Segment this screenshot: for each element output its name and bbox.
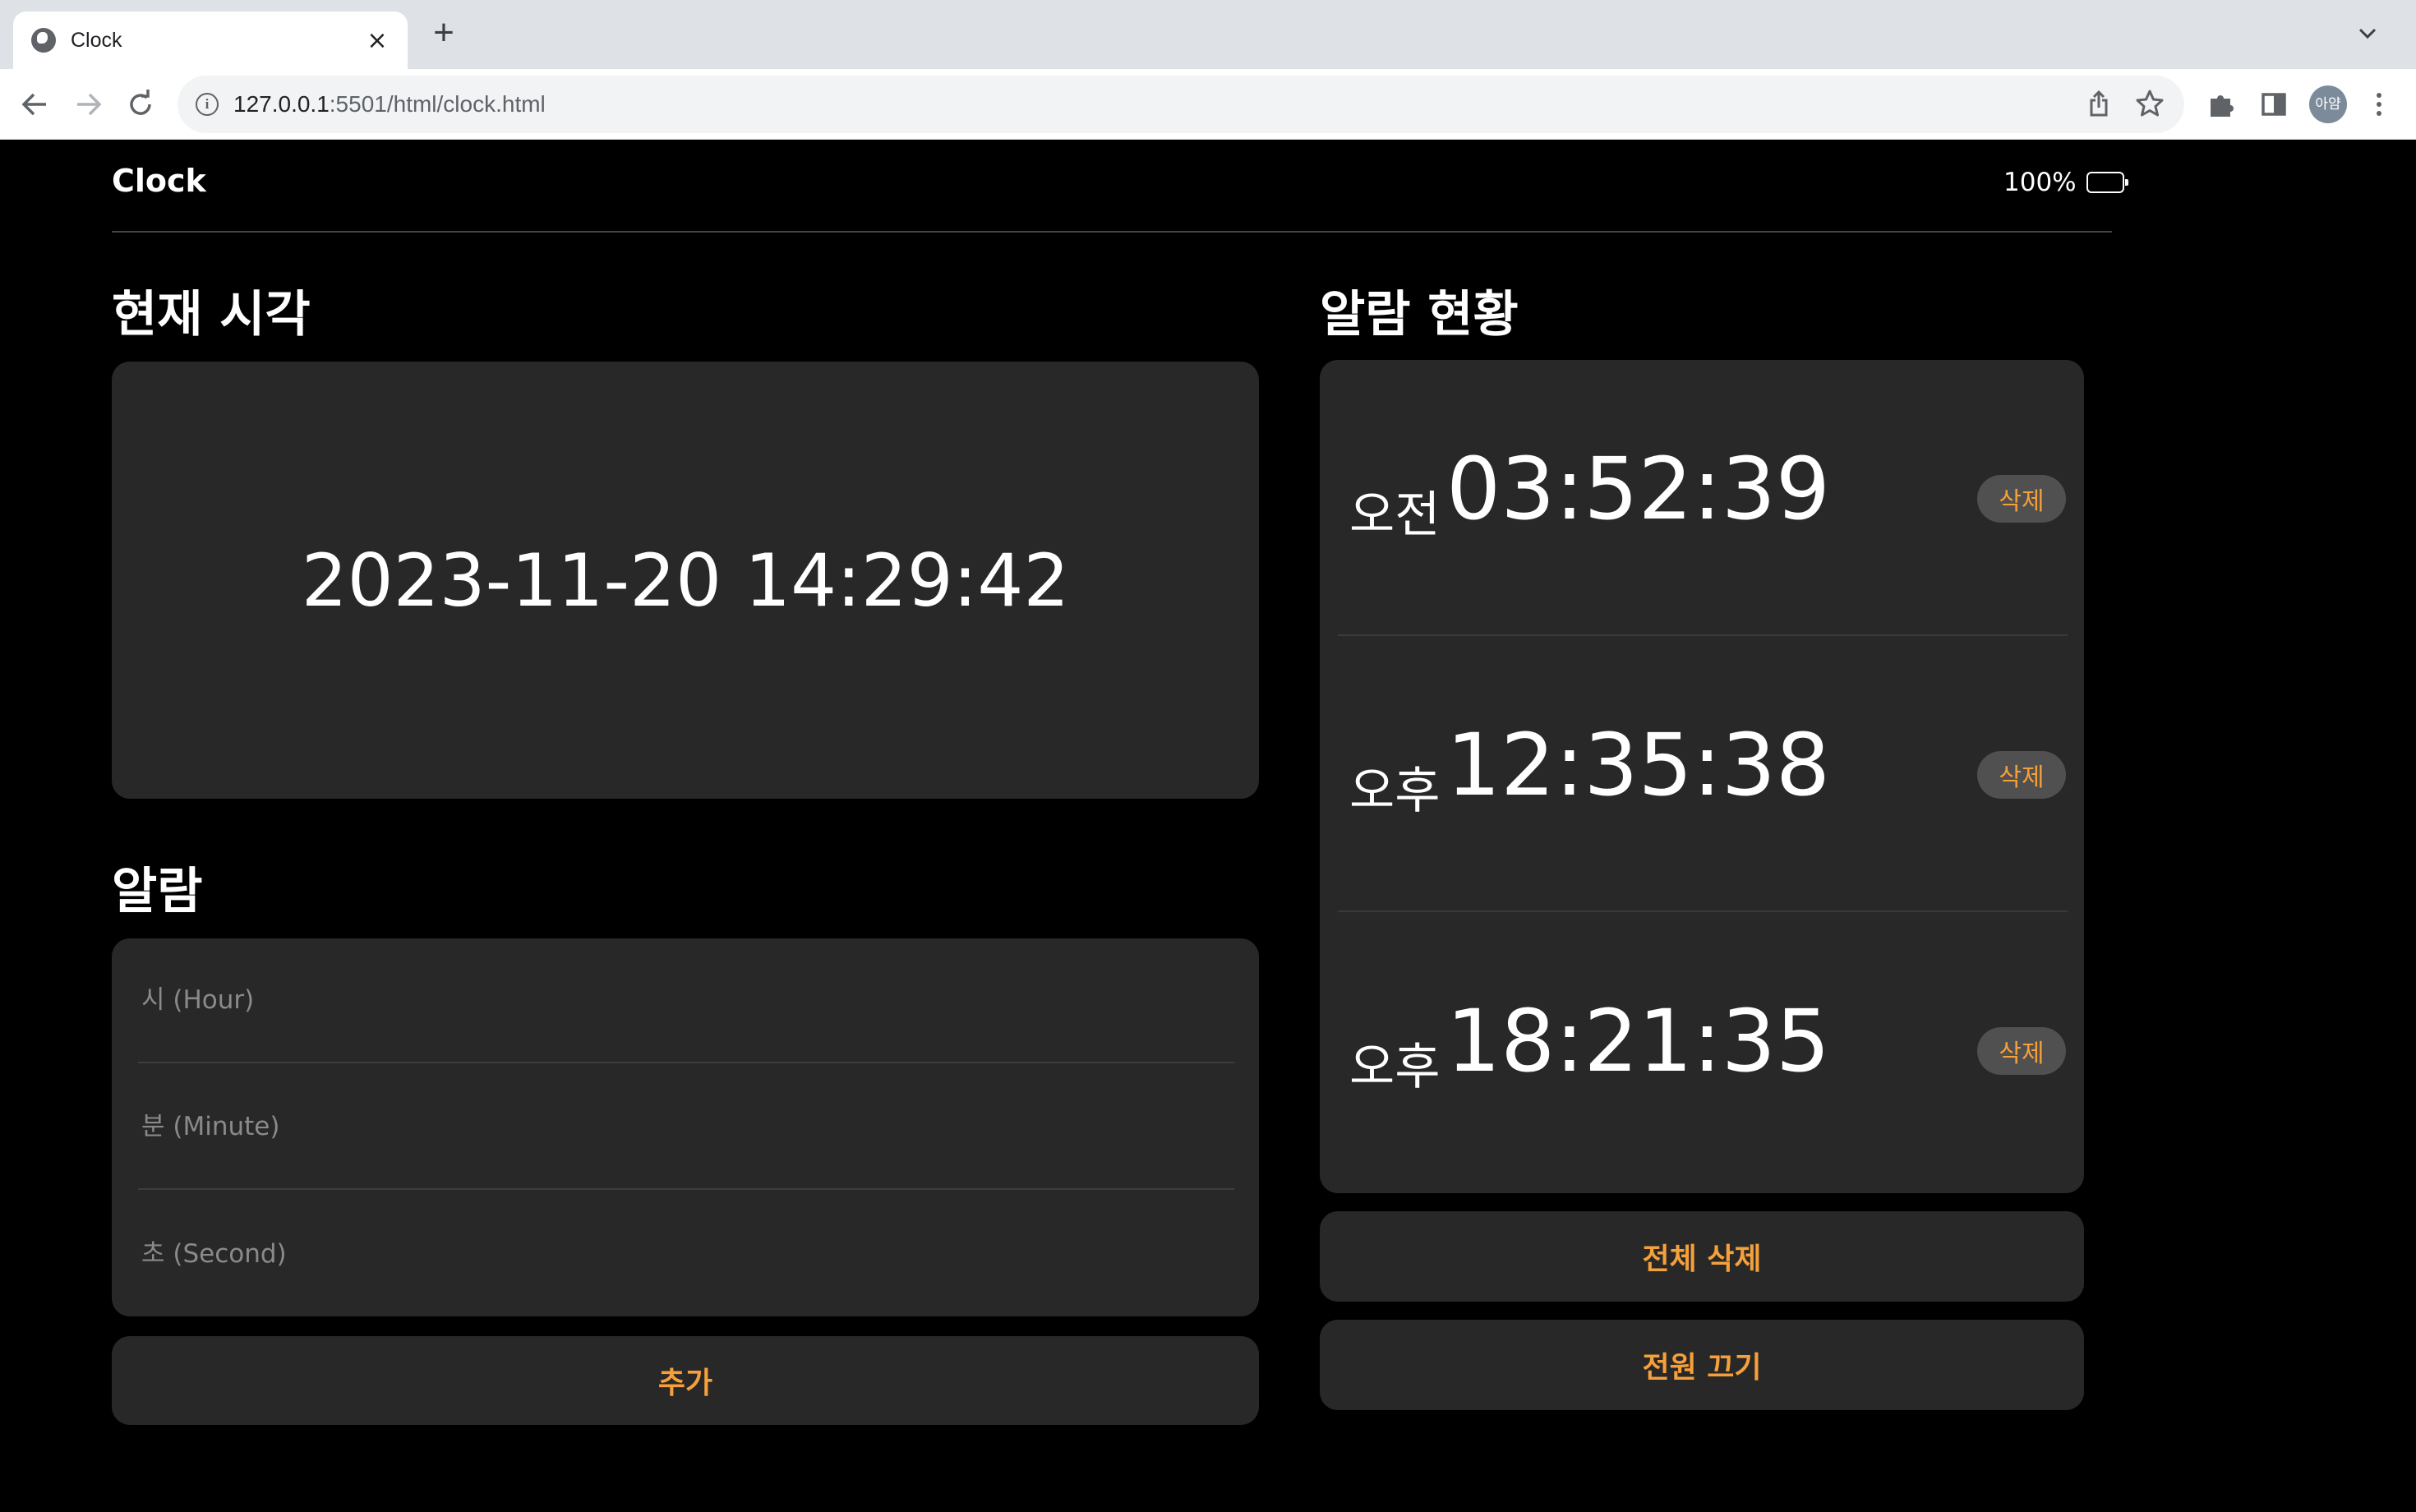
add-alarm-button[interactable]: 추가: [112, 1336, 1259, 1425]
current-time-display: 2023-11-20 14:29:42: [301, 537, 1070, 623]
profile-avatar[interactable]: 아얌: [2309, 85, 2347, 123]
alarm-item: 오후 12:35:38 삭제: [1338, 636, 2068, 912]
second-input[interactable]: [138, 1192, 1234, 1316]
back-arrow-icon[interactable]: [18, 87, 53, 122]
alarm-time: 03:52:39: [1446, 439, 1831, 539]
power-off-button[interactable]: 전원 끄기: [1320, 1320, 2084, 1410]
alarm-item: 오전 03:52:39 삭제: [1338, 360, 2068, 636]
clock-page: Clock 100% 현재 시각 2023-11-20 14:29:42 알람 …: [0, 140, 2416, 1512]
delete-all-button[interactable]: 전체 삭제: [1320, 1211, 2084, 1302]
alarm-period: 오전: [1349, 486, 1441, 544]
minute-field: [138, 1065, 1234, 1190]
reload-icon[interactable]: [123, 87, 158, 122]
more-menu-icon[interactable]: [2362, 87, 2396, 122]
alarm-status-heading: 알람 현황: [1320, 286, 1519, 343]
address-bar[interactable]: i 127.0.0.1:5501/html/clock.html: [178, 76, 2184, 133]
current-time-heading: 현재 시각: [112, 286, 311, 343]
battery-percent: 100%: [2003, 168, 2077, 197]
header-divider: [112, 231, 2112, 233]
alarm-time: 12:35:38: [1446, 715, 1831, 815]
tab-close-button[interactable]: ×: [365, 26, 390, 55]
extensions-puzzle-icon[interactable]: [2204, 87, 2238, 122]
side-panel-icon[interactable]: [2257, 87, 2291, 122]
minute-input[interactable]: [138, 1065, 1234, 1188]
tab-title: Clock: [71, 28, 122, 52]
battery-icon: [2086, 172, 2128, 193]
bookmark-star-icon[interactable]: [2133, 87, 2166, 120]
second-field: [138, 1192, 1234, 1316]
delete-alarm-button[interactable]: 삭제: [1977, 751, 2066, 799]
delete-alarm-button[interactable]: 삭제: [1977, 1027, 2066, 1075]
alarm-item: 오후 18:21:35 삭제: [1338, 912, 2068, 1188]
forward-arrow-icon[interactable]: [71, 87, 105, 122]
alarm-list-card: 오전 03:52:39 삭제 오후 12:35:38 삭제 오후 18:21:3…: [1320, 360, 2084, 1193]
info-icon[interactable]: i: [196, 93, 219, 116]
alarm-heading: 알람: [112, 863, 203, 920]
current-time-card: 2023-11-20 14:29:42: [112, 362, 1259, 799]
battery-indicator: 100%: [2003, 168, 2128, 197]
alarm-form-card: [112, 938, 1259, 1316]
browser-toolbar: i 127.0.0.1:5501/html/clock.html 아얌: [0, 69, 2416, 140]
chevron-down-icon[interactable]: [2357, 23, 2378, 44]
new-tab-button[interactable]: +: [426, 15, 462, 53]
globe-icon: [31, 28, 56, 53]
browser-tab[interactable]: Clock ×: [13, 12, 408, 69]
hour-input[interactable]: [138, 938, 1234, 1062]
browser-tab-strip: Clock × +: [0, 0, 2416, 69]
share-icon[interactable]: [2082, 87, 2115, 120]
app-title: Clock: [112, 163, 206, 199]
alarm-period: 오후: [1349, 763, 1441, 820]
delete-alarm-button[interactable]: 삭제: [1977, 475, 2066, 523]
url-text[interactable]: 127.0.0.1:5501/html/clock.html: [233, 91, 546, 118]
hour-field: [138, 938, 1234, 1063]
alarm-time: 18:21:35: [1446, 991, 1831, 1091]
alarm-period: 오후: [1349, 1039, 1441, 1096]
